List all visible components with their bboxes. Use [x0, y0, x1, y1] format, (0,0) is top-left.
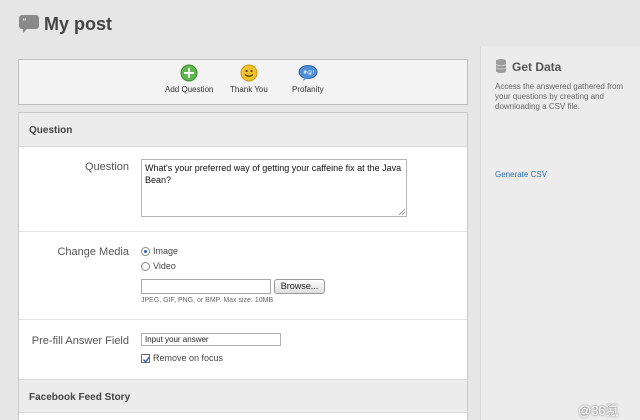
- image-radio-option[interactable]: Image: [141, 246, 178, 256]
- browse-button[interactable]: Browse...: [274, 279, 325, 294]
- prefill-label: Pre-fill Answer Field: [31, 335, 129, 347]
- media-hint: JPEG, GIF, PNG, or BMP. Max size: 10MB: [141, 297, 274, 304]
- video-radio-option[interactable]: Video: [141, 261, 176, 271]
- page-title: My post: [44, 14, 113, 34]
- toolbar: Add Question Thank You #@! Profanity: [18, 59, 468, 105]
- facebook-section-header: Facebook Feed Story: [19, 379, 467, 413]
- generate-csv-link[interactable]: Generate CSV: [495, 170, 547, 179]
- question-section-header: Question: [19, 113, 467, 147]
- question-text: What's your preferred way of getting you…: [145, 163, 402, 185]
- get-data-sidebar: Get Data Access the answered gathered fr…: [480, 46, 640, 420]
- sidebar-title: Get Data: [512, 60, 562, 74]
- profanity-label: Profanity: [292, 85, 324, 94]
- image-radio[interactable]: [141, 246, 150, 256]
- svg-text:#@!: #@!: [303, 70, 314, 76]
- prefill-answer-input[interactable]: Input your answer: [141, 333, 281, 346]
- remove-on-focus-option[interactable]: Remove on focus: [141, 353, 223, 363]
- row-divider: [19, 231, 467, 232]
- smiley-icon: [240, 64, 258, 82]
- question-label: Question: [84, 161, 129, 173]
- thank-you-label: Thank You: [230, 85, 268, 94]
- page-header: “ My post: [0, 0, 640, 46]
- checkmark-icon: [142, 355, 151, 363]
- plus-icon: [180, 64, 198, 82]
- thank-you-button[interactable]: Thank You: [230, 64, 268, 94]
- add-question-label: Add Question: [165, 85, 214, 94]
- add-question-button[interactable]: Add Question: [165, 64, 213, 94]
- row-divider: [19, 319, 467, 320]
- sidebar-description: Access the answered gathered from your q…: [495, 82, 624, 111]
- profanity-button[interactable]: #@! Profanity: [292, 64, 324, 94]
- video-radio-label: Video: [153, 261, 176, 271]
- question-textarea[interactable]: What's your preferred way of getting you…: [141, 159, 407, 217]
- resize-grip-icon[interactable]: [399, 209, 405, 215]
- watermark: @36氪: [578, 403, 619, 418]
- speech-bubble-icon: “: [19, 15, 39, 33]
- remove-on-focus-label: Remove on focus: [153, 353, 224, 363]
- image-radio-label: Image: [153, 246, 179, 256]
- video-radio[interactable]: [141, 261, 150, 271]
- file-path-input[interactable]: [141, 279, 271, 294]
- database-icon: [495, 59, 507, 73]
- post-form: Question Question What's your preferred …: [18, 112, 468, 420]
- speech-bubble-icon: #@!: [298, 65, 318, 81]
- remove-on-focus-checkbox[interactable]: [141, 353, 151, 363]
- svg-text:“: “: [22, 18, 27, 28]
- change-media-label: Change Media: [57, 246, 129, 258]
